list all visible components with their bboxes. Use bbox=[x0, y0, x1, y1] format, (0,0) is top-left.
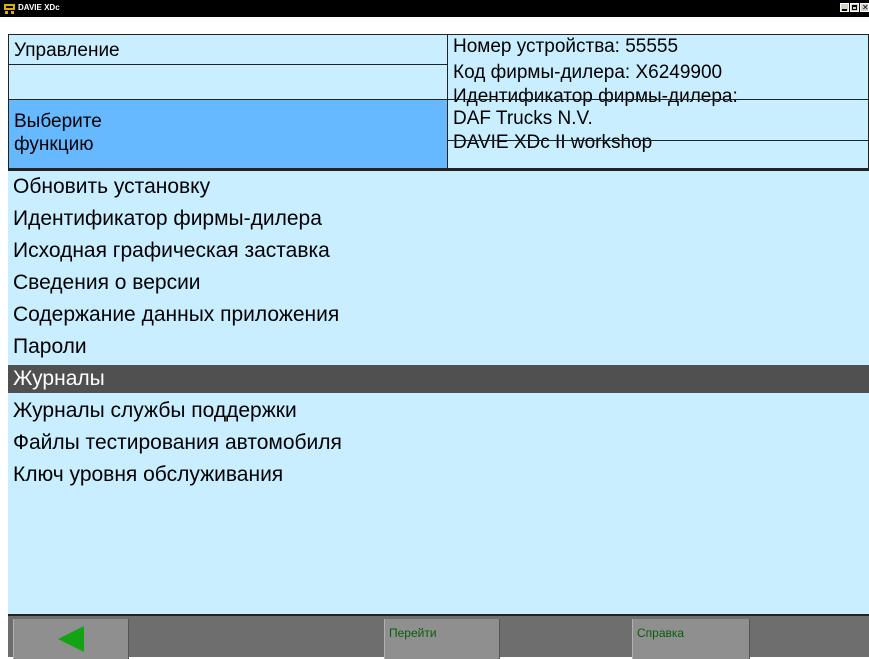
workshop-name: DAVIE XDc II workshop bbox=[453, 132, 653, 153]
function-key-bar: Перейти Справка bbox=[8, 614, 869, 659]
menu-item-support-logs[interactable]: Журналы службы поддержки bbox=[8, 397, 869, 425]
empty-info-panel bbox=[8, 64, 448, 100]
divider bbox=[447, 99, 869, 100]
go-label: Перейти bbox=[389, 626, 437, 640]
dealer-code: Код фирмы-дилера: X6249900 bbox=[453, 62, 723, 83]
prompt-panel: Выберите функцию bbox=[8, 99, 448, 169]
divider bbox=[447, 140, 869, 141]
menu-item-splash-screen[interactable]: Исходная графическая заставка bbox=[8, 237, 869, 265]
close-button[interactable]: ✕ bbox=[860, 3, 869, 12]
menu-item-vehicle-test-files[interactable]: Файлы тестирования автомобиля bbox=[8, 429, 869, 457]
menu-item-dealer-id[interactable]: Идентификатор фирмы-дилера bbox=[8, 205, 869, 233]
menu-item-logs[interactable]: Журналы bbox=[8, 365, 869, 393]
help-button[interactable]: Справка bbox=[632, 619, 750, 659]
help-label: Справка bbox=[637, 626, 685, 640]
minimize-button[interactable] bbox=[840, 3, 849, 12]
section-title: Управление bbox=[14, 40, 120, 61]
menu-item-update-install[interactable]: Обновить установку bbox=[8, 173, 869, 201]
back-arrow-icon bbox=[58, 626, 84, 652]
app-icon bbox=[4, 4, 15, 14]
menu-item-version-info[interactable]: Сведения о версии bbox=[8, 269, 869, 297]
prompt-line-1: Выберите bbox=[14, 111, 102, 132]
prompt-line-2: функцию bbox=[14, 134, 94, 155]
title-bar: DAVIE XDc ✕ bbox=[0, 0, 869, 17]
window-title: DAVIE XDc bbox=[18, 3, 60, 12]
dealer-id-label: Идентификатор фирмы-дилера: bbox=[453, 86, 738, 107]
menu-item-service-level-key[interactable]: Ключ уровня обслуживания bbox=[8, 461, 869, 489]
maximize-button[interactable] bbox=[850, 3, 859, 12]
device-info-panel: Номер устройства: 55555 Код фирмы-дилера… bbox=[447, 34, 869, 169]
function-menu: Обновить установку Идентификатор фирмы-д… bbox=[8, 169, 869, 614]
close-icon: ✕ bbox=[862, 3, 869, 12]
menu-item-app-data[interactable]: Содержание данных приложения bbox=[8, 301, 869, 329]
device-number: Номер устройства: 55555 bbox=[453, 36, 679, 57]
go-button[interactable]: Перейти bbox=[384, 619, 500, 659]
section-title-panel: Управление bbox=[8, 34, 448, 65]
dealer-name: DAF Trucks N.V. bbox=[453, 108, 593, 129]
back-button[interactable] bbox=[13, 619, 129, 659]
menu-item-passwords[interactable]: Пароли bbox=[8, 333, 869, 361]
